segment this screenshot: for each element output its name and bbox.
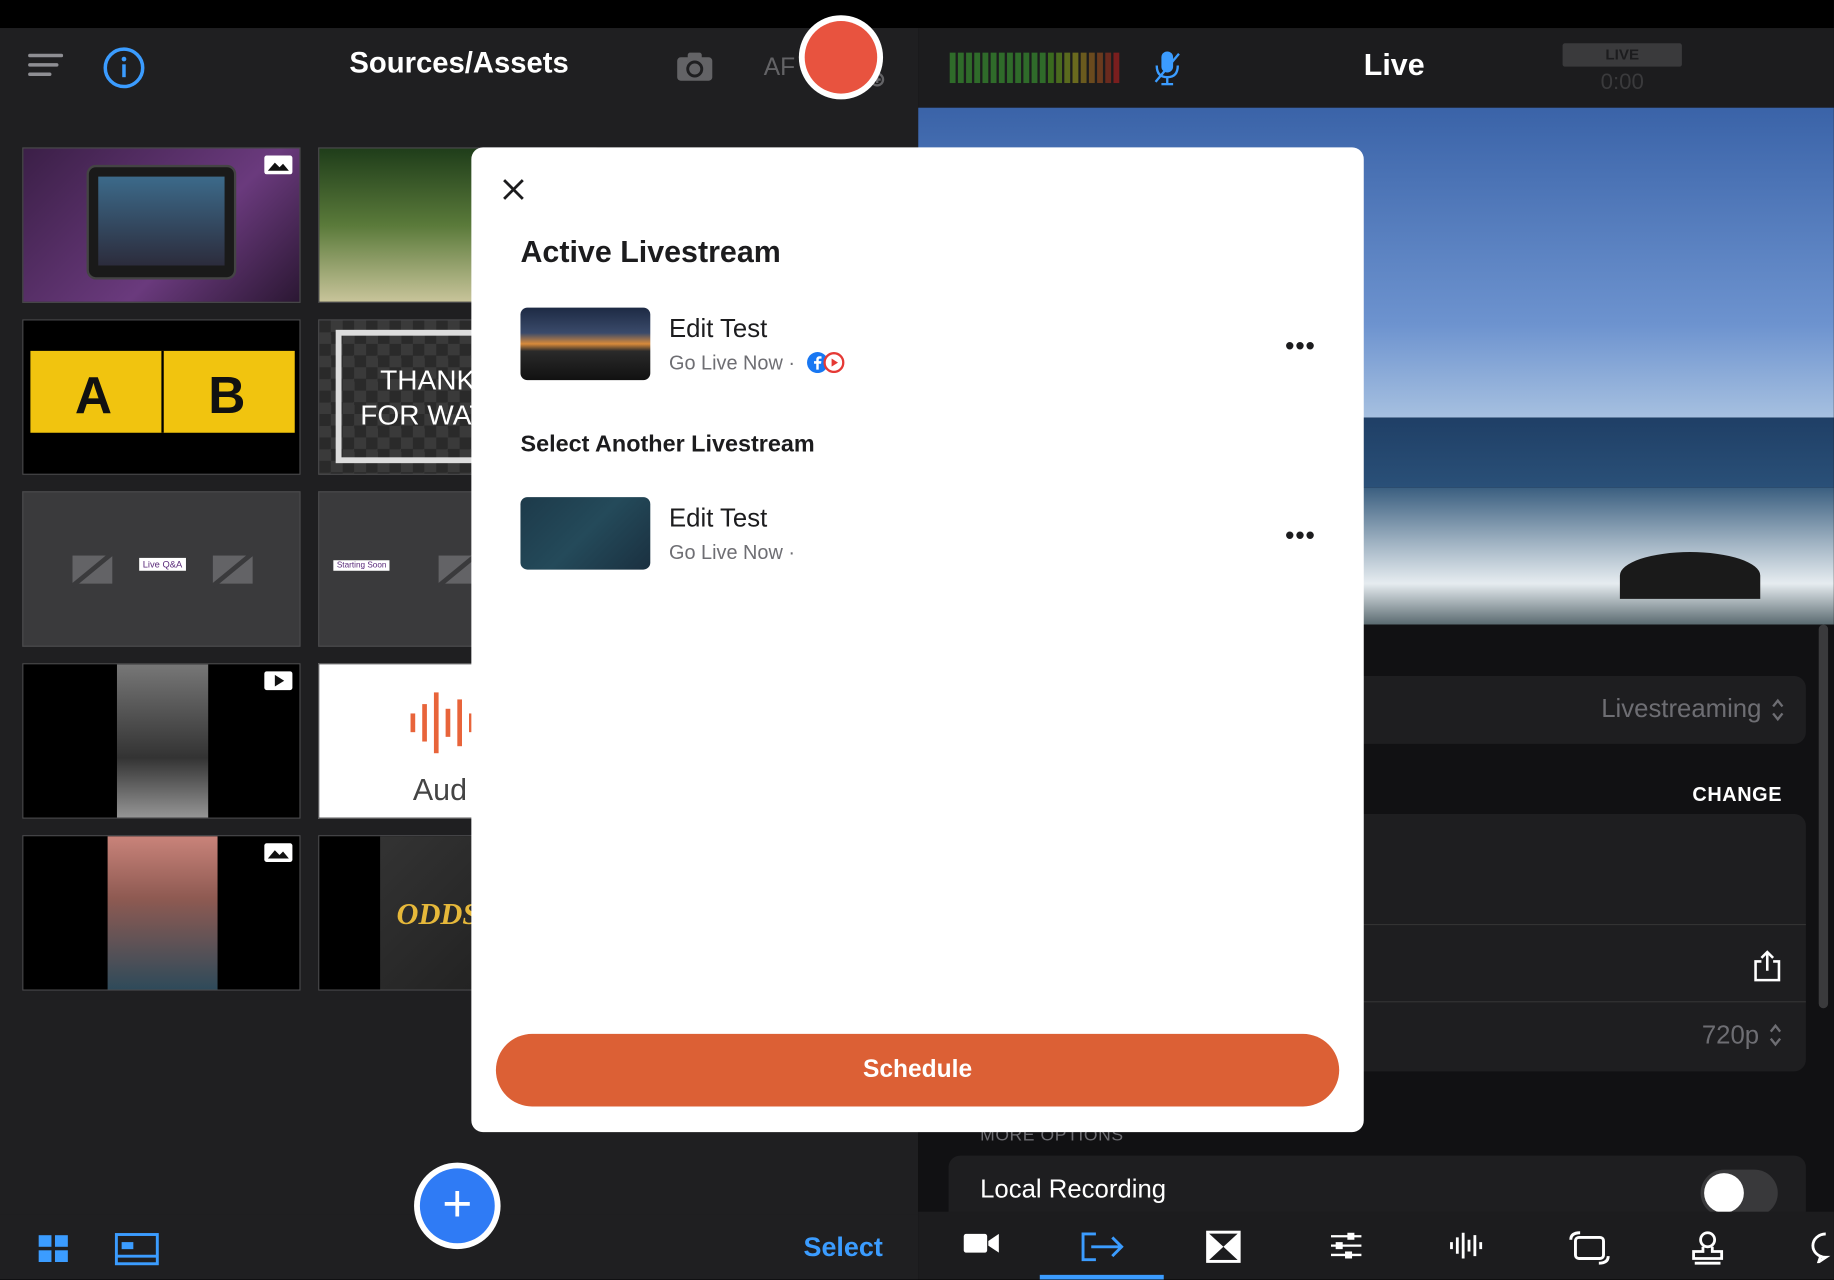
record-button[interactable] — [798, 15, 884, 100]
app-window: Sources/Assets AF A B THANK FOR WAT Live… — [0, 0, 1834, 1280]
top-strip — [0, 0, 1834, 29]
image-badge-icon — [264, 155, 293, 175]
plus-icon: + — [419, 1168, 495, 1244]
live-timer: 0:00 — [1600, 70, 1644, 95]
close-icon[interactable] — [499, 175, 527, 203]
live-toolbar — [918, 1211, 1834, 1280]
image-badge-icon — [264, 843, 293, 862]
asset-thumb-photo[interactable] — [22, 835, 301, 991]
starting-soon-label: Starting Soon — [333, 560, 390, 571]
live-status-badge: LIVE — [1562, 43, 1682, 67]
thanks-line-2: FOR WAT — [360, 400, 487, 432]
select-button[interactable]: Select — [804, 1232, 883, 1264]
audio-wave-icon — [408, 690, 478, 761]
switch-layout-icon[interactable] — [1566, 1230, 1613, 1271]
livestream-thumbnail — [520, 497, 651, 570]
asset-thumb-live-qa[interactable]: Live Q&A — [22, 491, 301, 647]
mode-value: Livestreaming — [1601, 693, 1762, 723]
resolution-value[interactable]: 720p — [1702, 1020, 1759, 1050]
camera-off-icon — [70, 551, 114, 594]
active-item-more-button[interactable]: ••• — [1285, 331, 1316, 361]
asset-thumb-ab-overlay[interactable]: A B — [22, 319, 301, 475]
change-button[interactable]: CHANGE — [1692, 784, 1782, 807]
layout-view-icon[interactable] — [114, 1233, 159, 1272]
camera-icon[interactable] — [963, 1230, 1000, 1262]
active-livestream-item[interactable]: Edit Test Go Live Now · ••• — [520, 307, 1316, 383]
livestream-status: Go Live Now · — [669, 352, 845, 379]
sources-header: Sources/Assets AF — [0, 28, 918, 105]
output-icon[interactable] — [1080, 1230, 1127, 1269]
camera-flip-icon[interactable] — [676, 51, 713, 87]
chevron-updown-icon — [1768, 1022, 1782, 1054]
camera-off-icon — [211, 551, 255, 594]
thanks-line-1: THANK — [380, 364, 476, 397]
microphone-icon[interactable] — [1154, 50, 1180, 91]
other-item-more-button[interactable]: ••• — [1285, 520, 1316, 550]
af-button[interactable]: AF — [764, 54, 795, 82]
youtube-icon — [823, 352, 845, 379]
active-tab-indicator — [1039, 1274, 1164, 1280]
audio-label: Aud — [412, 771, 467, 808]
asset-thumb-video[interactable] — [22, 663, 301, 819]
overlay-letter-b: B — [208, 367, 246, 425]
livestream-status-text: Go Live Now · — [669, 352, 795, 375]
asset-thumb-tablet[interactable] — [22, 147, 301, 303]
section-heading: Select Another Livestream — [520, 431, 815, 458]
share-icon[interactable] — [1752, 950, 1782, 989]
schedule-button[interactable]: Schedule — [495, 1033, 1340, 1107]
chevron-updown-icon — [1771, 697, 1785, 729]
odds-label: ODDS — [396, 897, 480, 932]
livestream-thumbnail — [520, 307, 651, 381]
livestream-status: Go Live Now · — [669, 541, 795, 564]
comment-icon[interactable] — [1809, 1230, 1834, 1269]
livestream-name: Edit Test — [669, 502, 768, 533]
audio-mixer-icon[interactable] — [1449, 1230, 1486, 1266]
transition-icon[interactable] — [1206, 1230, 1241, 1269]
video-badge-icon — [264, 671, 293, 691]
livestream-modal: Active Livestream Edit Test Go Live Now … — [471, 147, 1364, 1133]
local-recording-label: Local Recording — [980, 1174, 1167, 1204]
stamp-icon[interactable] — [1690, 1230, 1725, 1271]
audio-level-meter — [949, 52, 1121, 84]
overlay-letter-a: A — [74, 367, 113, 425]
livestream-name: Edit Test — [669, 313, 768, 343]
live-title: Live — [1363, 46, 1425, 82]
local-recording-toggle[interactable] — [1700, 1169, 1778, 1217]
toggle-knob — [1704, 1173, 1744, 1213]
live-qa-label: Live Q&A — [139, 557, 186, 571]
modal-title: Active Livestream — [520, 233, 781, 270]
settings-scrollbar[interactable] — [1818, 624, 1829, 1009]
adjustments-icon[interactable] — [1329, 1230, 1364, 1266]
add-source-button[interactable]: + — [414, 1162, 501, 1250]
record-dot — [804, 21, 878, 94]
grid-view-icon[interactable] — [38, 1235, 69, 1269]
other-livestream-item[interactable]: Edit Test Go Live Now · ••• — [520, 497, 1315, 572]
live-header: Live LIVE 0:00 — [918, 28, 1834, 108]
